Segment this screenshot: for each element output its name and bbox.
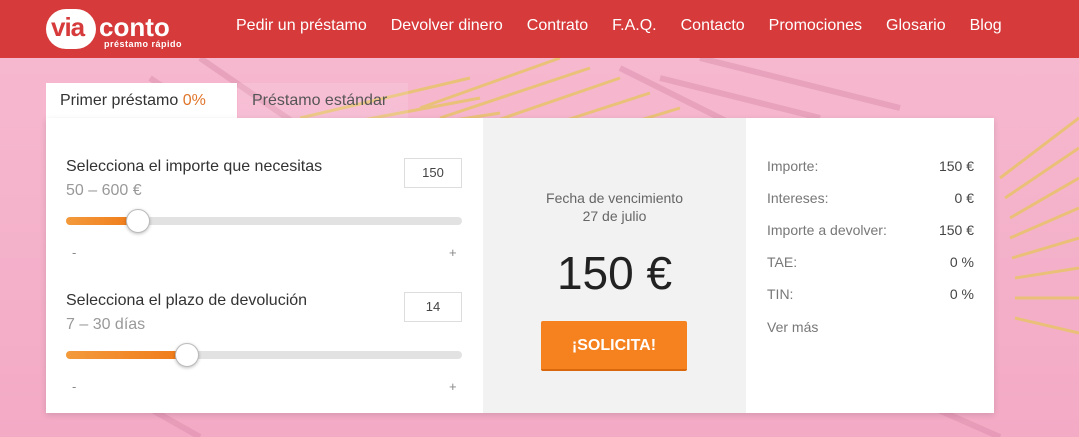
detail-label: Importe a devolver:	[767, 222, 887, 238]
solicita-button[interactable]: ¡SOLICITA!	[541, 321, 687, 371]
detail-value: 0 %	[949, 286, 974, 302]
detail-row-importe: Importe: 150 €	[767, 158, 974, 174]
tab-primer-prestamo-pct: 0%	[182, 92, 206, 109]
term-slider-range: 7 – 30 días	[66, 316, 146, 333]
due-date-label: Fecha de vencimiento	[546, 190, 683, 206]
term-increase-button[interactable]: +	[449, 379, 457, 394]
nav-item-contacto[interactable]: Contacto	[681, 17, 745, 35]
tab-primer-prestamo-label: Primer préstamo	[60, 92, 179, 109]
ver-mas-link[interactable]: Ver más	[767, 319, 818, 335]
nav-item-contrato[interactable]: Contrato	[527, 17, 588, 35]
detail-label: Importe:	[767, 158, 819, 174]
detail-row-importe-devolver: Importe a devolver: 150 €	[767, 222, 974, 238]
term-decrease-button[interactable]: -	[72, 379, 76, 394]
detail-row-tin: TIN: 0 %	[767, 286, 974, 302]
nav-item-promociones[interactable]: Promociones	[769, 17, 862, 35]
nav-item-pedir-prestamo[interactable]: Pedir un préstamo	[236, 17, 367, 35]
total-amount: 150 €	[556, 247, 673, 299]
detail-value: 150 €	[938, 222, 974, 238]
main-nav: Pedir un préstamo Devolver dinero Contra…	[236, 17, 1026, 35]
logo-via-text: via	[51, 12, 85, 42]
term-input[interactable]: 14	[404, 292, 462, 322]
loan-details: Importe: 150 € Intereses: 0 € Importe a …	[746, 118, 994, 413]
nav-item-faq[interactable]: F.A.Q.	[612, 17, 656, 35]
detail-label: TAE:	[767, 254, 798, 270]
amount-slider-range: 50 – 600 €	[66, 182, 142, 199]
detail-label: TIN:	[767, 286, 794, 302]
nav-item-blog[interactable]: Blog	[970, 17, 1002, 35]
detail-value: 0 %	[949, 254, 974, 270]
due-date-block: Fecha de vencimiento 27 de julio	[483, 189, 746, 225]
detail-value: 0 €	[954, 190, 974, 206]
detail-value: 150 €	[938, 158, 974, 174]
amount-input[interactable]: 150	[404, 158, 462, 188]
loan-summary: Fecha de vencimiento 27 de julio 150 € ¡…	[483, 118, 746, 413]
amount-slider-thumb[interactable]	[126, 209, 150, 233]
term-slider-thumb[interactable]	[175, 343, 199, 367]
due-date-value: 27 de julio	[582, 208, 647, 224]
detail-row-tae: TAE: 0 %	[767, 254, 974, 270]
tab-prestamo-estandar-label: Préstamo estándar	[252, 92, 388, 109]
nav-item-devolver-dinero[interactable]: Devolver dinero	[391, 17, 503, 35]
amount-slider-track[interactable]	[66, 209, 462, 233]
amount-decrease-button[interactable]: -	[72, 245, 76, 260]
calculator-sliders: Selecciona el importe que necesitas 50 –…	[46, 118, 483, 413]
term-slider-fill	[66, 351, 187, 359]
loan-calculator-card: Selecciona el importe que necesitas 50 –…	[46, 118, 994, 413]
viaconto-logo[interactable]: via conto préstamo rápido	[46, 6, 196, 52]
detail-label: Intereses:	[767, 190, 829, 206]
amount-increase-button[interactable]: +	[449, 245, 457, 260]
nav-item-glosario[interactable]: Glosario	[886, 17, 946, 35]
tab-prestamo-estandar[interactable]: Préstamo estándar	[238, 83, 408, 118]
amount-slider-label: Selecciona el importe que necesitas	[66, 158, 323, 175]
term-slider-label: Selecciona el plazo de devolución	[66, 292, 308, 309]
logo-tagline: préstamo rápido	[104, 39, 183, 49]
term-slider-track[interactable]	[66, 343, 462, 367]
tab-primer-prestamo[interactable]: Primer préstamo 0%	[46, 83, 237, 118]
detail-row-intereses: Intereses: 0 €	[767, 190, 974, 206]
top-header: via conto préstamo rápido Pedir un prést…	[0, 0, 1079, 58]
